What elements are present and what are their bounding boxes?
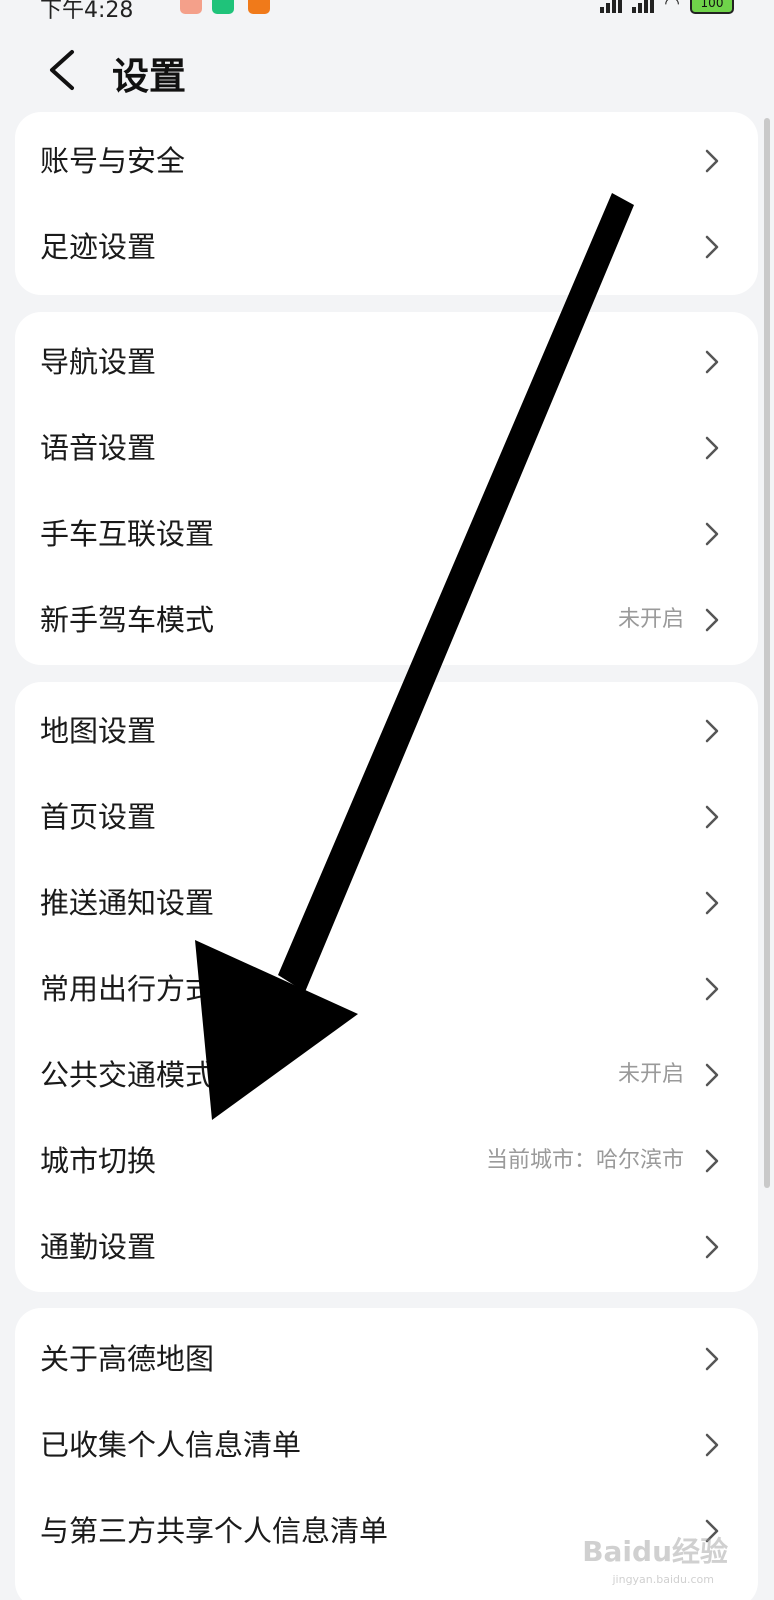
settings-item-novice-mode[interactable]: 新手驾车模式 未开启 — [15, 577, 758, 663]
settings-group-navigation: 导航设置 语音设置 手车互联设置 新手驾车模式 未开启 — [15, 312, 758, 665]
app-notification-icon — [248, 0, 270, 14]
settings-item-collected-info[interactable]: 已收集个人信息清单 — [15, 1402, 758, 1488]
settings-item-label: 关于高德地图 — [40, 1342, 215, 1376]
app-notification-icon — [180, 0, 202, 14]
settings-item-label: 足迹设置 — [40, 230, 157, 264]
header: 设置 — [0, 30, 774, 110]
settings-item-label: 语音设置 — [40, 431, 157, 465]
signal-icon — [600, 0, 623, 13]
settings-item-navigation[interactable]: 导航设置 — [15, 319, 758, 405]
settings-item-label: 推送通知设置 — [40, 886, 215, 920]
settings-item-about[interactable]: 关于高德地图 — [15, 1316, 758, 1402]
back-arrow-icon[interactable] — [44, 48, 84, 92]
settings-group-map: 地图设置 首页设置 推送通知设置 常用出行方式 公共交通模式 未开启 城市切换 … — [15, 682, 758, 1292]
settings-item-value: 当前城市：哈尔滨市 — [485, 1148, 684, 1173]
settings-item-home[interactable]: 首页设置 — [15, 774, 758, 860]
chevron-right-icon — [705, 149, 719, 173]
wifi-icon: ◠ — [664, 0, 680, 14]
settings-item-push-notification[interactable]: 推送通知设置 — [15, 860, 758, 946]
chevron-right-icon — [705, 805, 719, 829]
chevron-right-icon — [705, 235, 719, 259]
settings-item-label: 已收集个人信息清单 — [40, 1428, 302, 1462]
settings-item-label: 常用出行方式 — [40, 972, 215, 1006]
settings-item-label: 导航设置 — [40, 345, 157, 379]
signal-icon — [632, 0, 655, 13]
settings-item-label: 与第三方共享个人信息清单 — [40, 1514, 389, 1548]
settings-item-public-transit[interactable]: 公共交通模式 未开启 — [15, 1032, 758, 1118]
settings-item-label: 城市切换 — [40, 1144, 157, 1178]
settings-item-commute[interactable]: 通勤设置 — [15, 1204, 758, 1290]
battery-icon: 100 — [690, 0, 734, 14]
settings-item-label: 地图设置 — [40, 714, 157, 748]
watermark-sub: jingyan.baidu.com — [612, 1573, 714, 1586]
settings-item-label: 新手驾车模式 — [40, 603, 215, 637]
settings-item-label: 通勤设置 — [40, 1230, 157, 1264]
chevron-right-icon — [705, 1149, 719, 1173]
settings-item-label: 手车互联设置 — [40, 517, 215, 551]
settings-item-city-switch[interactable]: 城市切换 当前城市：哈尔滨市 — [15, 1118, 758, 1204]
chevron-right-icon — [705, 891, 719, 915]
settings-item-value: 未开启 — [617, 1062, 684, 1087]
settings-item-car-connect[interactable]: 手车互联设置 — [15, 491, 758, 577]
chevron-right-icon — [705, 608, 719, 632]
status-bar: 下午4:28 ◠ 100 — [0, 0, 774, 23]
chevron-right-icon — [705, 1235, 719, 1259]
watermark: Baidu经验 — [582, 1535, 728, 1568]
page-title: 设置 — [112, 55, 186, 98]
chevron-right-icon — [705, 522, 719, 546]
app-notification-icon — [212, 0, 234, 14]
settings-item-map[interactable]: 地图设置 — [15, 688, 758, 774]
status-time: 下午4:28 — [40, 0, 134, 23]
settings-item-value: 未开启 — [617, 607, 684, 632]
chevron-right-icon — [705, 436, 719, 460]
settings-group-account: 账号与安全 足迹设置 — [15, 112, 758, 295]
settings-item-account-security[interactable]: 账号与安全 — [15, 118, 758, 204]
chevron-right-icon — [705, 977, 719, 1001]
status-indicators: ◠ 100 — [600, 0, 734, 14]
settings-item-footprint[interactable]: 足迹设置 — [15, 204, 758, 290]
settings-item-label: 账号与安全 — [40, 144, 186, 178]
chevron-right-icon — [705, 1433, 719, 1457]
chevron-right-icon — [705, 1347, 719, 1371]
settings-item-label: 公共交通模式 — [40, 1058, 215, 1092]
chevron-right-icon — [705, 350, 719, 374]
chevron-right-icon — [705, 1063, 719, 1087]
settings-item-label: 首页设置 — [40, 800, 157, 834]
settings-item-travel-mode[interactable]: 常用出行方式 — [15, 946, 758, 1032]
settings-item-voice[interactable]: 语音设置 — [15, 405, 758, 491]
scrollbar[interactable] — [764, 118, 770, 1188]
chevron-right-icon — [705, 719, 719, 743]
